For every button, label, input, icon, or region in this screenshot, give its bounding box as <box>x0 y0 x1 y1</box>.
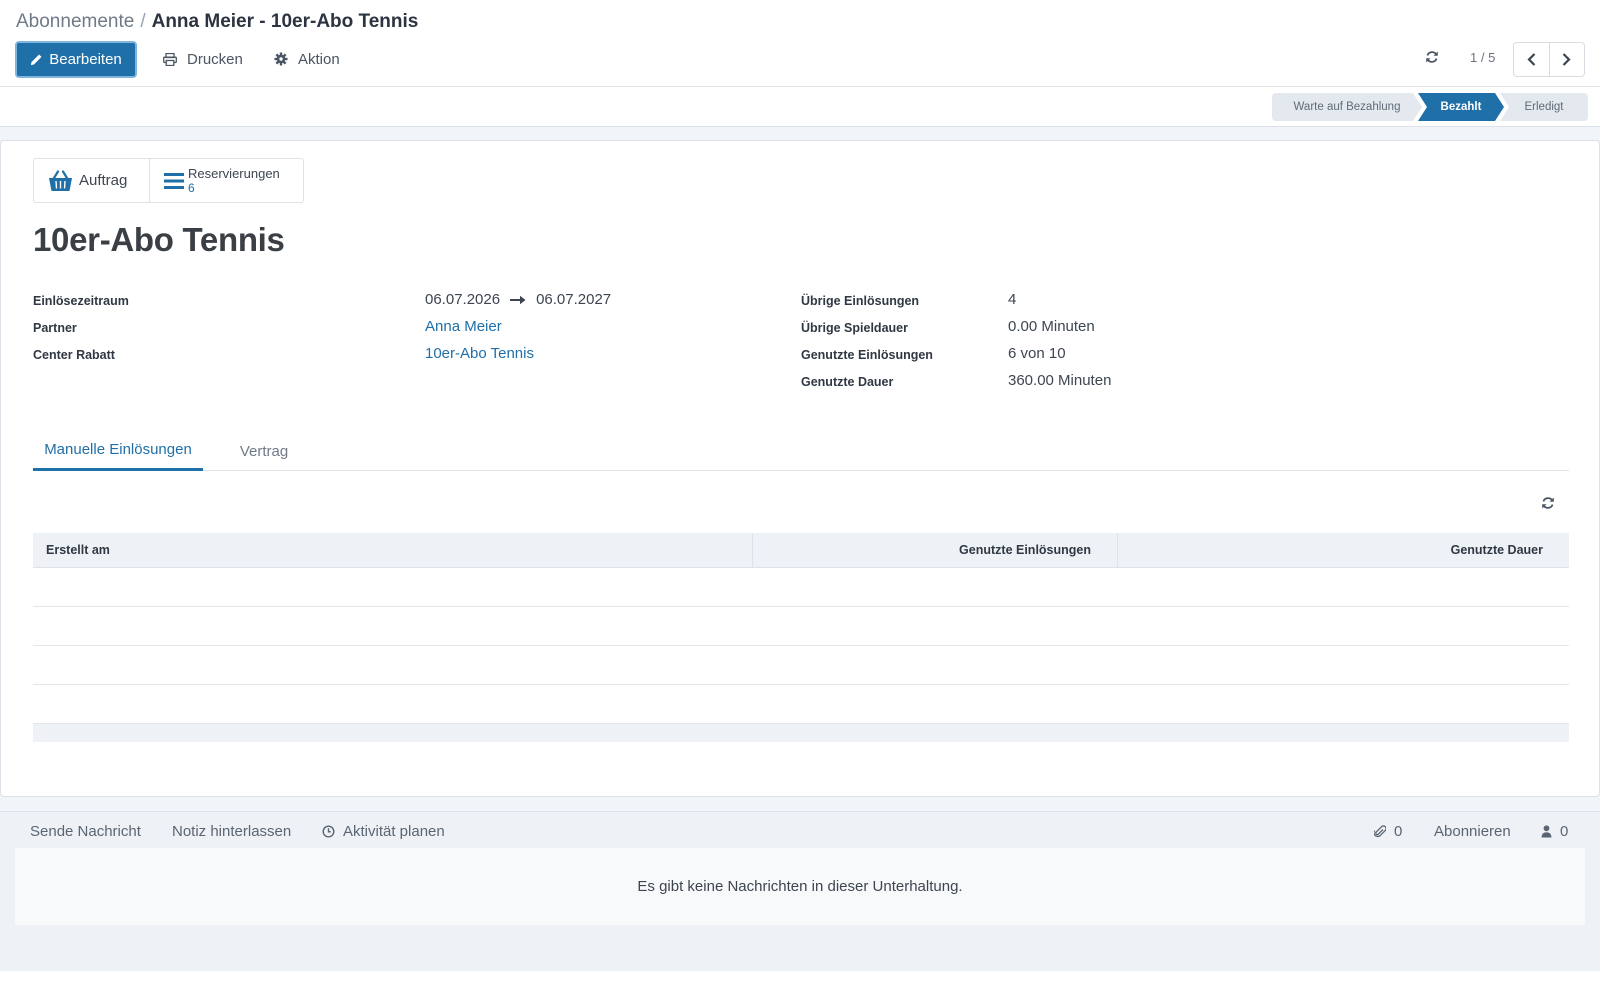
used-redemptions-value: 6 von 10 <box>1008 345 1066 362</box>
order-smart-button[interactable]: Auftrag <box>34 159 150 202</box>
notebook-tabs: Manuelle Einlösungen Vertrag <box>33 431 1569 471</box>
stage-waiting-payment[interactable]: Warte auf Bezahlung <box>1272 93 1422 121</box>
used-duration-label: Genutzte Dauer <box>801 375 894 389</box>
chatter-empty-message: Es gibt keine Nachrichten in dieser Unte… <box>15 848 1585 925</box>
table-row <box>33 685 1569 724</box>
chevron-right-icon <box>1562 53 1571 66</box>
column-header-created-on[interactable]: Erstellt am <box>33 533 753 567</box>
smart-button-box: Auftrag Reservierungen 6 <box>33 158 304 203</box>
arrow-right-icon <box>500 295 536 305</box>
remaining-duration-value: 0.00 Minuten <box>1008 318 1095 335</box>
manual-redemptions-table: Erstellt am Genutzte Einlösungen Genutzt… <box>33 533 1569 742</box>
reservations-smart-button-label: Reservierungen <box>188 165 280 181</box>
column-header-used-duration[interactable]: Genutzte Dauer <box>1118 533 1569 567</box>
pencil-icon <box>30 53 49 66</box>
chevron-left-icon <box>1527 53 1536 66</box>
table-row <box>33 607 1569 646</box>
remaining-redemptions-label: Übrige Einlösungen <box>801 294 920 308</box>
order-smart-button-label: Auftrag <box>79 172 128 189</box>
reservations-count: 6 <box>188 180 195 195</box>
followers-button[interactable]: 0 <box>1541 821 1568 841</box>
period-start-value: 06.07.2026 <box>425 291 501 308</box>
schedule-activity-label: Aktivität planen <box>343 822 445 840</box>
clock-icon <box>322 824 343 838</box>
column-header-used-redemptions[interactable]: Genutzte Einlösungen <box>753 533 1118 567</box>
attachments-button[interactable]: 0 <box>1374 821 1402 841</box>
tab-contract[interactable]: Vertrag <box>218 431 310 471</box>
form-sheet: Auftrag Reservierungen 6 10er-Abo Tennis… <box>0 140 1600 797</box>
tab-manual-redemptions[interactable]: Manuelle Einlösungen <box>33 431 203 471</box>
attachments-count: 0 <box>1394 822 1403 840</box>
remaining-redemptions-value: 4 <box>1008 291 1017 308</box>
follow-button[interactable]: Abonnieren <box>1434 821 1511 841</box>
action-button[interactable]: Aktion <box>274 47 340 71</box>
stage-paid[interactable]: Bezahlt <box>1418 93 1504 121</box>
followers-count: 0 <box>1560 822 1569 840</box>
stage-done[interactable]: Erledigt <box>1500 93 1588 121</box>
pager-previous-button[interactable] <box>1514 43 1549 76</box>
period-date-range: 06.07.2026 06.07.2027 <box>425 291 611 308</box>
table-row <box>33 568 1569 607</box>
reservations-smart-button[interactable]: Reservierungen 6 <box>150 159 303 202</box>
discount-link[interactable]: 10er-Abo Tennis <box>425 345 534 362</box>
edit-button[interactable]: Bearbeiten <box>15 41 137 78</box>
table-row <box>33 646 1569 685</box>
reload-icon[interactable] <box>1425 50 1439 64</box>
bottom-strip <box>0 971 1600 994</box>
control-panel: Abonnemente / Anna Meier - 10er-Abo Tennis… <box>0 0 1600 87</box>
gear-icon <box>274 52 298 66</box>
partner-label: Partner <box>33 321 77 335</box>
record-title: 10er-Abo Tennis <box>33 221 285 258</box>
send-message-button[interactable]: Sende Nachricht <box>30 821 141 841</box>
used-duration-value: 360.00 Minuten <box>1008 372 1112 389</box>
used-redemptions-label: Genutzte Einlösungen <box>801 348 933 362</box>
log-note-button[interactable]: Notiz hinterlassen <box>172 821 291 841</box>
partner-link[interactable]: Anna Meier <box>425 318 502 335</box>
breadcrumb-parent-link[interactable]: Abonnemente <box>16 11 134 32</box>
statusbar-header: Warte auf Bezahlung Bezahlt Erledigt <box>0 87 1600 127</box>
print-button[interactable]: Drucken <box>163 47 243 71</box>
table-footer <box>33 724 1569 742</box>
list-icon <box>164 172 184 190</box>
breadcrumb: Abonnemente / Anna Meier - 10er-Abo Tennis <box>16 10 418 34</box>
pager-value[interactable]: 1 / 5 <box>1470 50 1495 65</box>
user-icon <box>1541 824 1560 838</box>
edit-button-label: Bearbeiten <box>49 51 122 68</box>
pager-buttons <box>1513 42 1585 77</box>
breadcrumb-current: Anna Meier - 10er-Abo Tennis <box>151 11 419 32</box>
schedule-activity-button[interactable]: Aktivität planen <box>322 821 445 841</box>
pager-next-button[interactable] <box>1548 43 1585 76</box>
action-button-label: Aktion <box>298 50 340 68</box>
remaining-duration-label: Übrige Spieldauer <box>801 321 908 335</box>
printer-icon <box>163 52 187 66</box>
table-header: Erstellt am Genutzte Einlösungen Genutzt… <box>33 533 1569 568</box>
shopping-basket-icon <box>48 169 73 192</box>
breadcrumb-separator: / <box>140 11 146 32</box>
period-label: Einlösezeitraum <box>33 294 129 308</box>
discount-label: Center Rabatt <box>33 348 115 362</box>
statusbar: Warte auf Bezahlung Bezahlt Erledigt <box>1272 93 1588 121</box>
paperclip-icon <box>1374 824 1394 839</box>
print-button-label: Drucken <box>187 50 243 68</box>
period-end-value: 06.07.2027 <box>536 291 612 308</box>
chatter: Sende Nachricht Notiz hinterlassen Aktiv… <box>0 811 1600 971</box>
list-refresh-icon[interactable] <box>1541 496 1555 510</box>
